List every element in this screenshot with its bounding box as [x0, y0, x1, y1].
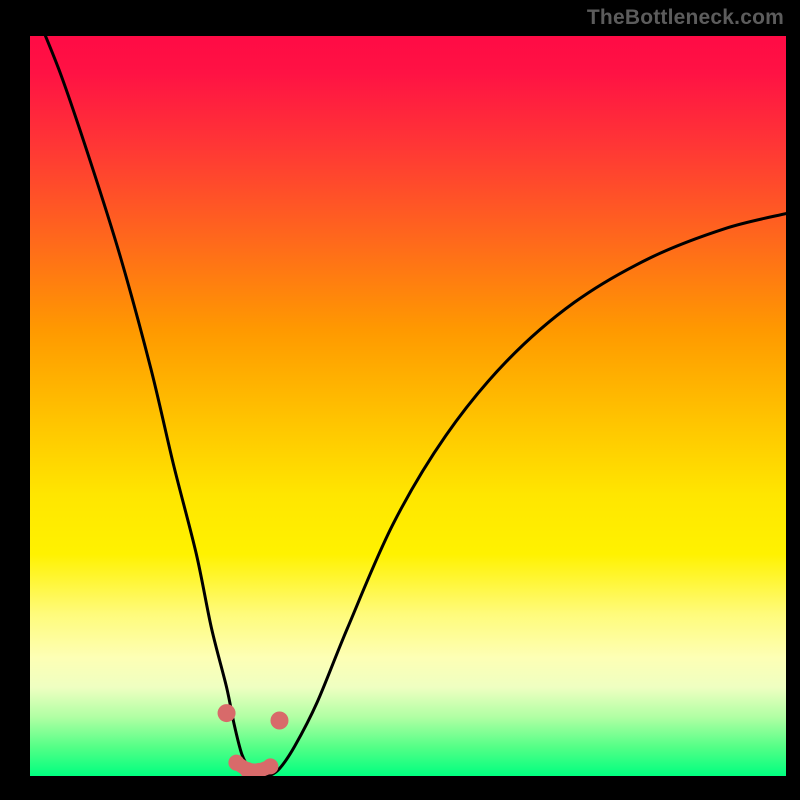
dot-bot-d	[262, 758, 278, 774]
plot-area	[30, 36, 786, 776]
chart-frame: TheBottleneck.com	[0, 0, 800, 800]
watermark-text: TheBottleneck.com	[587, 6, 784, 30]
dot-right	[270, 712, 288, 730]
bottleneck-curve	[30, 36, 786, 776]
curve-layer	[30, 36, 786, 776]
dot-left	[218, 704, 236, 722]
